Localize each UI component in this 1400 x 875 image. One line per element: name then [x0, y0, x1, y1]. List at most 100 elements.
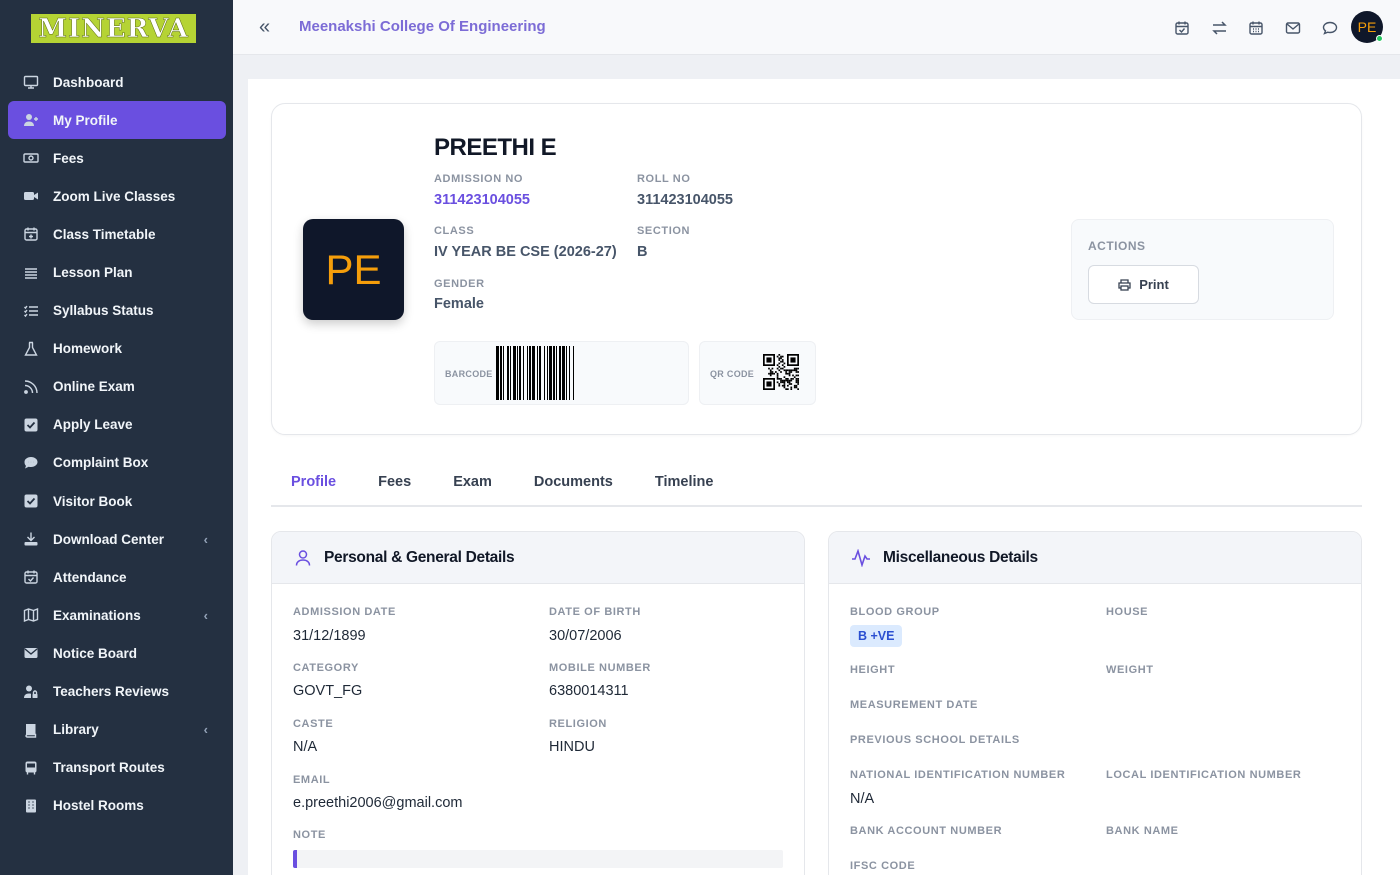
actions-panel: ACTIONS Print	[1071, 219, 1334, 320]
height-label: HEIGHT	[850, 664, 896, 676]
tab-profile[interactable]: Profile	[271, 459, 356, 505]
app-logo[interactable]: MINERVA	[31, 13, 196, 44]
sidebar-item-label: Hostel Rooms	[53, 798, 144, 814]
check-square-icon	[22, 493, 40, 509]
book-icon	[22, 722, 40, 738]
note-label: NOTE	[293, 829, 326, 841]
sidebar-item-class-timetable[interactable]: Class Timetable	[8, 215, 226, 253]
section-label: SECTION	[637, 225, 691, 237]
national-id-value: N/A	[850, 791, 875, 807]
religion-value: HINDU	[549, 739, 595, 755]
national-id-label: NATIONAL IDENTIFICATION NUMBER	[850, 769, 1066, 781]
tab-documents[interactable]: Documents	[514, 459, 633, 505]
gender-label: GENDER	[434, 278, 485, 290]
sidebar-item-label: Transport Routes	[53, 760, 165, 776]
chevron-left-icon: ‹	[203, 531, 208, 547]
sidebar-item-teachers-reviews[interactable]: Teachers Reviews	[8, 673, 226, 711]
qr-code-image	[763, 354, 799, 390]
class-label: CLASS	[434, 225, 475, 237]
caste-label: CASTE	[293, 718, 334, 730]
download-icon	[22, 531, 40, 547]
swap-icon[interactable]	[1209, 18, 1229, 38]
misc-details-title: Miscellaneous Details	[883, 548, 1038, 566]
activity-icon	[852, 548, 870, 567]
sidebar-item-label: Teachers Reviews	[53, 684, 170, 700]
chevron-left-icon: ‹	[203, 607, 208, 623]
tab-fees[interactable]: Fees	[358, 459, 431, 505]
bank-account-label: BANK ACCOUNT NUMBER	[850, 825, 1003, 837]
sidebar-item-fees[interactable]: Fees	[8, 139, 226, 177]
sidebar-item-label: Notice Board	[53, 645, 138, 661]
main-content: PE PREETHI E ADMISSION NO 311423104055 R…	[248, 79, 1400, 875]
sidebar-item-visitor-book[interactable]: Visitor Book	[8, 482, 226, 520]
sidebar-item-complaint-box[interactable]: Complaint Box	[8, 444, 226, 482]
barcode-box: BARCODE	[434, 341, 689, 405]
calendar-icon[interactable]	[1246, 18, 1266, 38]
sidebar-item-dashboard[interactable]: Dashboard	[8, 63, 226, 101]
sidebar-item-label: Fees	[53, 150, 84, 166]
sidebar-item-download-center[interactable]: Download Center ‹	[8, 520, 226, 558]
bus-icon	[22, 760, 40, 776]
sidebar-item-library[interactable]: Library ‹	[8, 711, 226, 749]
rss-icon	[22, 379, 40, 395]
sidebar-item-notice-board[interactable]: Notice Board	[8, 634, 226, 672]
mail-icon[interactable]	[1283, 18, 1303, 38]
qr-code-box: QR CODE	[699, 341, 816, 405]
sidebar-item-label: Download Center	[53, 531, 165, 547]
sidebar-item-hostel-rooms[interactable]: Hostel Rooms	[8, 787, 226, 825]
collapse-sidebar-icon[interactable]: «	[259, 17, 270, 37]
personal-details-card: Personal & General Details ADMISSION DAT…	[271, 531, 805, 875]
print-button[interactable]: Print	[1088, 265, 1199, 304]
video-icon	[22, 188, 40, 204]
user-lock-icon	[22, 684, 40, 700]
sidebar-item-attendance[interactable]: Attendance	[8, 558, 226, 596]
tab-exam[interactable]: Exam	[433, 459, 512, 505]
ifsc-label: IFSC CODE	[850, 860, 916, 872]
email-label: EMAIL	[293, 774, 331, 786]
dob-label: DATE OF BIRTH	[549, 606, 641, 618]
calendar-plus-icon	[22, 226, 40, 242]
sidebar-item-examinations[interactable]: Examinations ‹	[8, 596, 226, 634]
sidebar-item-apply-leave[interactable]: Apply Leave	[8, 406, 226, 444]
building-icon	[22, 798, 40, 814]
admission-date-value: 31/12/1899	[293, 628, 366, 644]
money-icon	[22, 150, 40, 166]
header-icons	[1172, 18, 1340, 38]
calendar-check-icon[interactable]	[1172, 18, 1192, 38]
sidebar-item-my-profile[interactable]: My Profile	[8, 101, 226, 140]
user-icon	[295, 549, 311, 566]
sidebar-item-lesson-plan[interactable]: Lesson Plan	[8, 253, 226, 291]
weight-label: WEIGHT	[1106, 664, 1154, 676]
sidebar-item-label: My Profile	[53, 112, 118, 128]
sidebar-item-label: Library	[53, 722, 99, 738]
personal-details-title: Personal & General Details	[324, 548, 515, 566]
section-value: B	[637, 244, 648, 260]
admission-no-value[interactable]: 311423104055	[434, 192, 530, 208]
class-value: IV YEAR BE CSE (2026-27)	[434, 244, 617, 260]
sidebar-item-label: Syllabus Status	[53, 303, 154, 319]
sidebar-item-online-exam[interactable]: Online Exam	[8, 368, 226, 406]
sidebar-item-syllabus-status[interactable]: Syllabus Status	[8, 292, 226, 330]
online-status-dot	[1376, 35, 1383, 42]
qr-code-label: QR CODE	[710, 369, 755, 379]
sidebar-item-label: Examinations	[53, 607, 141, 623]
student-name: PREETHI E	[434, 134, 557, 161]
chat-icon[interactable]	[1320, 18, 1340, 38]
caste-value: N/A	[293, 739, 318, 755]
house-label: HOUSE	[1106, 606, 1149, 618]
blood-group-label: BLOOD GROUP	[850, 606, 940, 618]
checklist-icon	[22, 303, 40, 319]
sidebar: MINERVA Dashboard My Profile Fees Zoom Live…	[0, 0, 233, 875]
college-name: Meenakshi College Of Engineering	[299, 18, 546, 35]
sidebar-item-homework[interactable]: Homework	[8, 330, 226, 368]
sidebar-item-label: Lesson Plan	[53, 265, 133, 281]
tab-timeline[interactable]: Timeline	[635, 459, 734, 505]
sidebar-item-label: Class Timetable	[53, 226, 156, 242]
print-button-label: Print	[1139, 277, 1169, 292]
misc-details-card: Miscellaneous Details BLOOD GROUP B +VE …	[828, 531, 1362, 875]
personal-details-header: Personal & General Details	[272, 532, 804, 584]
sidebar-nav: Dashboard My Profile Fees Zoom Live Classes…	[8, 63, 226, 825]
sidebar-item-transport-routes[interactable]: Transport Routes	[8, 749, 226, 787]
category-label: CATEGORY	[293, 662, 359, 674]
sidebar-item-zoom-live-classes[interactable]: Zoom Live Classes	[8, 177, 226, 215]
